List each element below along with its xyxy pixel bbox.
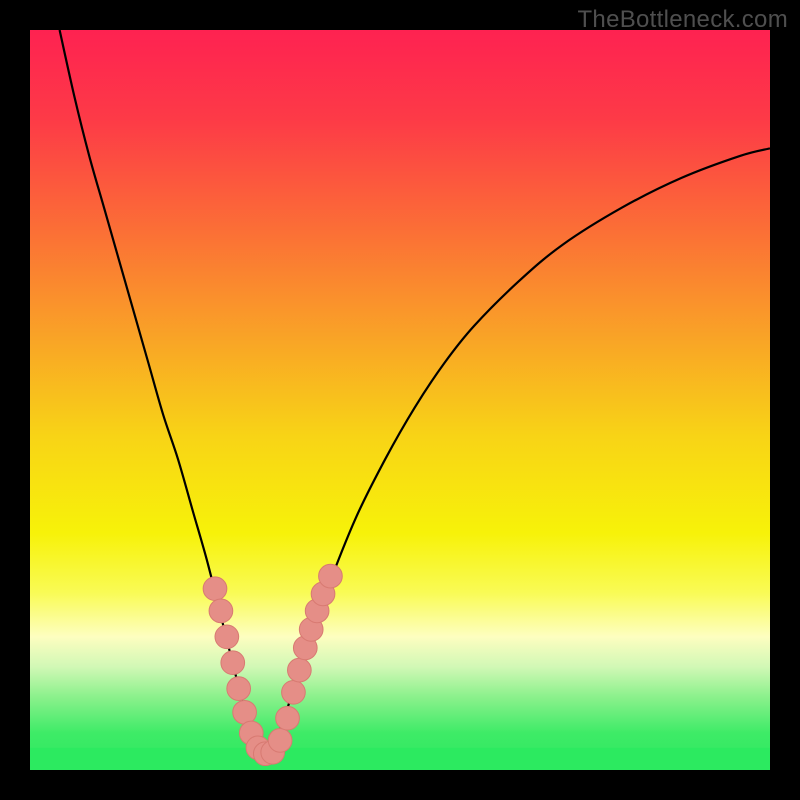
curve-marker — [319, 564, 343, 588]
curve-marker — [268, 729, 292, 753]
chart-frame: TheBottleneck.com — [0, 0, 800, 800]
curve-marker — [288, 658, 312, 682]
curve-marker — [203, 577, 227, 601]
curve-marker — [209, 599, 233, 623]
curve-marker — [282, 680, 306, 704]
curve-marker — [227, 677, 251, 701]
curve-marker — [221, 651, 245, 675]
curve-marker — [215, 625, 239, 649]
watermark-text: TheBottleneck.com — [577, 6, 788, 34]
gradient-background — [30, 30, 770, 770]
chart-svg — [30, 30, 770, 770]
plot-area — [30, 30, 770, 770]
curve-marker — [276, 706, 300, 730]
curve-marker — [233, 700, 257, 724]
green-band — [30, 748, 770, 770]
